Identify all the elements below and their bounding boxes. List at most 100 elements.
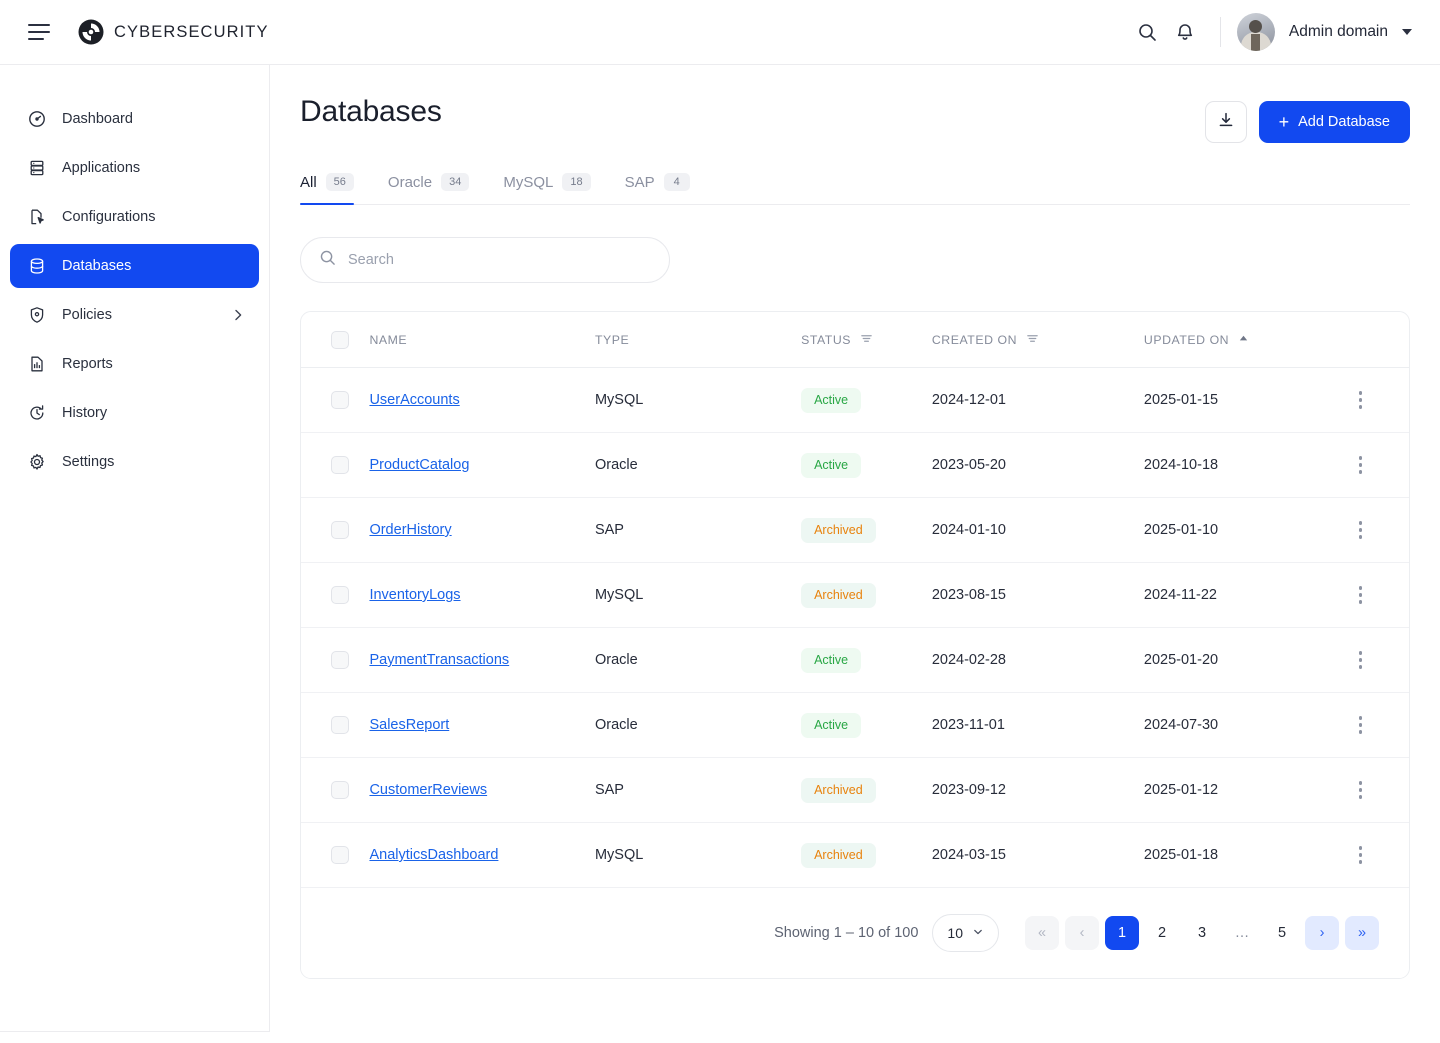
row-checkbox[interactable]	[331, 716, 349, 734]
table-row[interactable]: AnalyticsDashboard MySQL Archived 2024-0…	[301, 823, 1409, 888]
user-name[interactable]: Admin domain	[1289, 23, 1388, 41]
history-icon	[26, 404, 48, 422]
table-row[interactable]: InventoryLogs MySQL Archived 2023-08-15 …	[301, 563, 1409, 628]
search-icon[interactable]	[1128, 13, 1166, 51]
first-page-button[interactable]: «	[1025, 916, 1059, 950]
sidebar-item-settings[interactable]: Settings	[10, 440, 259, 484]
row-checkbox[interactable]	[331, 521, 349, 539]
row-checkbox[interactable]	[331, 781, 349, 799]
sidebar-item-databases[interactable]: Databases	[10, 244, 259, 288]
row-checkbox[interactable]	[331, 456, 349, 474]
row-checkbox[interactable]	[331, 651, 349, 669]
header-type[interactable]: TYPE	[595, 312, 801, 368]
cell-actions	[1347, 628, 1409, 693]
last-page-button[interactable]: »	[1345, 916, 1379, 950]
page-size-select[interactable]: 10	[932, 914, 999, 952]
tab-sap[interactable]: SAP 4	[625, 173, 690, 204]
sidebar-item-dashboard[interactable]: Dashboard	[10, 97, 259, 141]
search-input[interactable]	[348, 252, 651, 268]
cell-updated-on: 2025-01-15	[1144, 368, 1347, 433]
add-database-button[interactable]: + Add Database	[1259, 101, 1410, 143]
table-row[interactable]: ProductCatalog Oracle Active 2023-05-20 …	[301, 433, 1409, 498]
cell-type: SAP	[595, 758, 801, 823]
sidebar-item-policies[interactable]: Policies	[10, 293, 259, 337]
sort-asc-icon[interactable]	[1238, 333, 1249, 347]
row-checkbox[interactable]	[331, 586, 349, 604]
top-bar-actions: Admin domain	[1128, 13, 1440, 51]
header-updated-on[interactable]: UPDATED ON	[1144, 312, 1347, 368]
cell-created-on: 2023-05-20	[932, 433, 1144, 498]
cell-created-on: 2023-08-15	[932, 563, 1144, 628]
table-row[interactable]: OrderHistory SAP Archived 2024-01-10 202…	[301, 498, 1409, 563]
database-link[interactable]: OrderHistory	[369, 522, 451, 538]
status-badge: Active	[801, 648, 861, 673]
table-row[interactable]: PaymentTransactions Oracle Active 2024-0…	[301, 628, 1409, 693]
header-created-on[interactable]: CREATED ON	[932, 312, 1144, 368]
database-link[interactable]: PaymentTransactions	[369, 652, 509, 668]
sidebar-item-configurations[interactable]: Configurations	[10, 195, 259, 239]
search-box[interactable]	[300, 237, 670, 283]
row-menu-icon[interactable]	[1347, 386, 1375, 414]
cell-type: Oracle	[595, 693, 801, 758]
row-checkbox[interactable]	[331, 391, 349, 409]
sidebar-item-label: Databases	[62, 258, 131, 274]
cell-status: Active	[801, 628, 932, 693]
database-link[interactable]: ProductCatalog	[369, 457, 469, 473]
row-menu-icon[interactable]	[1347, 646, 1375, 674]
cell-status: Archived	[801, 758, 932, 823]
sidebar-item-history[interactable]: History	[10, 391, 259, 435]
table-row[interactable]: UserAccounts MySQL Active 2024-12-01 202…	[301, 368, 1409, 433]
avatar[interactable]	[1237, 13, 1275, 51]
row-select-cell	[301, 433, 369, 498]
page-title: Databases	[300, 95, 442, 129]
download-icon	[1217, 111, 1235, 134]
hamburger-line	[28, 24, 50, 26]
table-row[interactable]: SalesReport Oracle Active 2023-11-01 202…	[301, 693, 1409, 758]
brand-logo[interactable]: CYBERSECURITY	[78, 19, 269, 45]
tab-all[interactable]: All 56	[300, 173, 354, 204]
database-link[interactable]: SalesReport	[369, 717, 449, 733]
database-link[interactable]: CustomerReviews	[369, 782, 487, 798]
database-link[interactable]: AnalyticsDashboard	[369, 847, 498, 863]
page-button-1[interactable]: 1	[1105, 916, 1139, 950]
next-page-button[interactable]: ›	[1305, 916, 1339, 950]
sidebar-item-reports[interactable]: Reports	[10, 342, 259, 386]
cell-actions	[1347, 498, 1409, 563]
sidebar-item-applications[interactable]: Applications	[10, 146, 259, 190]
hamburger-icon[interactable]	[28, 24, 50, 40]
row-menu-icon[interactable]	[1347, 451, 1375, 479]
select-all-checkbox[interactable]	[331, 331, 349, 349]
chevron-down-icon[interactable]	[1402, 29, 1412, 35]
prev-page-button[interactable]: ‹	[1065, 916, 1099, 950]
table-row[interactable]: CustomerReviews SAP Archived 2023-09-12 …	[301, 758, 1409, 823]
filter-icon[interactable]	[860, 332, 873, 348]
tab-mysql[interactable]: MySQL 18	[503, 173, 590, 204]
database-link[interactable]: UserAccounts	[369, 392, 459, 408]
filter-tabs: All 56 Oracle 34 MySQL 18 SAP 4	[300, 173, 1410, 205]
header-actions	[1347, 312, 1409, 368]
row-menu-icon[interactable]	[1347, 711, 1375, 739]
table-header-row: NAME TYPE STATUS	[301, 312, 1409, 368]
bell-icon[interactable]	[1166, 13, 1204, 51]
database-link[interactable]: InventoryLogs	[369, 587, 460, 603]
row-menu-icon[interactable]	[1347, 841, 1375, 869]
page-button-5[interactable]: 5	[1265, 916, 1299, 950]
row-menu-icon[interactable]	[1347, 776, 1375, 804]
filter-icon[interactable]	[1026, 332, 1039, 348]
chevron-right-icon[interactable]	[231, 308, 245, 322]
row-menu-icon[interactable]	[1347, 516, 1375, 544]
page-button-3[interactable]: 3	[1185, 916, 1219, 950]
row-checkbox[interactable]	[331, 846, 349, 864]
row-menu-icon[interactable]	[1347, 581, 1375, 609]
header-status[interactable]: STATUS	[801, 312, 932, 368]
tab-oracle[interactable]: Oracle 34	[388, 173, 469, 204]
tab-label: SAP	[625, 174, 655, 191]
tab-label: Oracle	[388, 174, 432, 191]
row-select-cell	[301, 823, 369, 888]
page-button-2[interactable]: 2	[1145, 916, 1179, 950]
sidebar-item-label: Configurations	[62, 209, 156, 225]
gear-icon	[26, 453, 48, 471]
download-button[interactable]	[1205, 101, 1247, 143]
cell-status: Archived	[801, 498, 932, 563]
header-name[interactable]: NAME	[369, 312, 595, 368]
